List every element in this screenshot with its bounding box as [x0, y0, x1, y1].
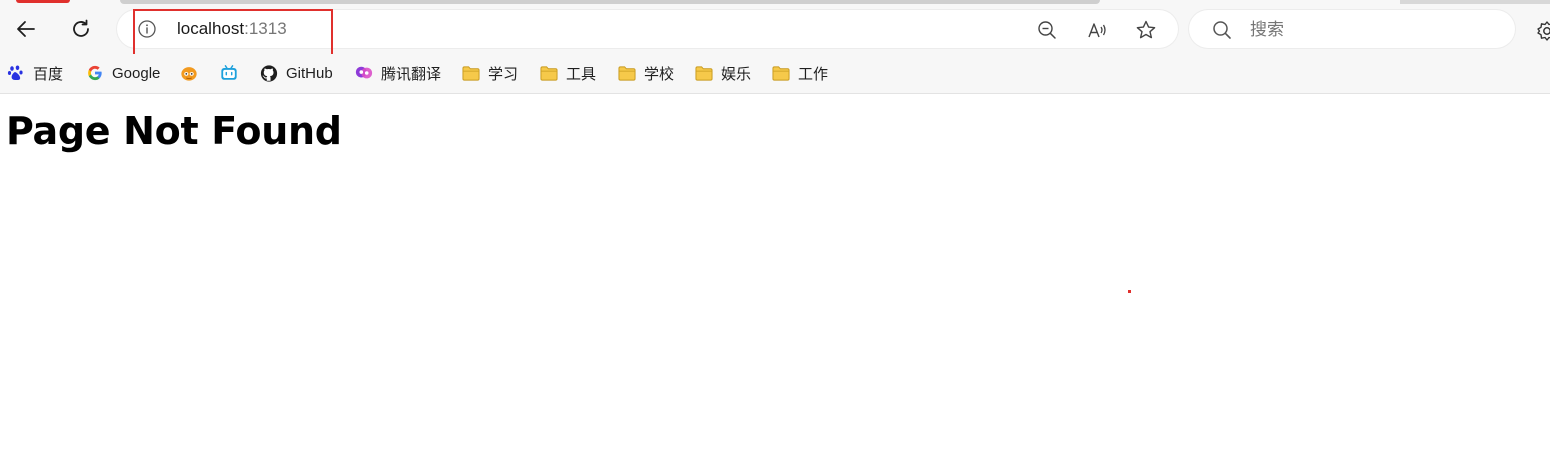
bookmark-baidu[interactable]: 百度	[7, 62, 63, 84]
page-content: Page Not Found	[0, 95, 1550, 458]
github-icon	[260, 64, 278, 82]
google-icon	[86, 64, 104, 82]
browser-window: localhost:1313 搜索 百度 Google GitHub 腾讯翻译 …	[0, 0, 1550, 458]
bookmark-orange-fox[interactable]	[180, 62, 206, 84]
bookmark-folder-school[interactable]: 学校	[618, 62, 674, 84]
bookmark-bilibili[interactable]	[220, 62, 246, 84]
read-aloud-icon	[1088, 23, 1106, 38]
bookmark-folder-tools[interactable]: 工具	[540, 62, 596, 84]
bookmark-label: 学校	[644, 64, 675, 83]
folder-icon	[772, 64, 790, 82]
bookmark-label: 百度	[33, 64, 64, 83]
folder-icon	[462, 64, 480, 82]
folder-icon	[695, 64, 713, 82]
zoom-out-button[interactable]	[1036, 19, 1058, 41]
settings-icon[interactable]	[1536, 20, 1550, 42]
red-dot-artifact	[1128, 290, 1131, 293]
bookmark-folder-study[interactable]: 学习	[462, 62, 518, 84]
zoom-out-icon	[1038, 21, 1056, 39]
bookmarks-bar: 百度 Google GitHub 腾讯翻译 学习 工具 学校 娱乐 工作	[0, 54, 1550, 94]
bookmark-github[interactable]: GitHub	[260, 62, 333, 84]
bookmark-google[interactable]: Google	[86, 62, 160, 84]
active-tab-indicator[interactable]	[16, 0, 70, 3]
bookmark-label: 工作	[798, 64, 829, 83]
folder-icon	[540, 64, 558, 82]
reload-icon	[73, 19, 89, 37]
bookmark-label: 腾讯翻译	[381, 64, 442, 83]
reload-button[interactable]	[64, 12, 98, 46]
bookmark-label: GitHub	[286, 64, 333, 82]
favorite-button[interactable]	[1135, 19, 1157, 41]
arrow-left-icon	[17, 21, 35, 37]
search-box[interactable]	[1189, 10, 1515, 48]
bookmark-tencent-translate[interactable]: 腾讯翻译	[355, 62, 441, 84]
star-icon	[1136, 20, 1156, 39]
baidu-icon	[7, 64, 25, 82]
bookmark-label: 娱乐	[721, 64, 752, 83]
bookmark-folder-entertainment[interactable]: 娱乐	[695, 62, 751, 84]
bookmark-folder-work[interactable]: 工作	[772, 62, 828, 84]
folder-icon	[618, 64, 636, 82]
orange-fox-icon	[180, 64, 198, 82]
read-aloud-button[interactable]	[1086, 19, 1108, 41]
back-button[interactable]	[9, 12, 43, 46]
search-icon	[1213, 21, 1231, 39]
browser-toolbar: localhost:1313	[0, 4, 1550, 56]
search-input[interactable]	[1250, 20, 1490, 40]
bookmark-label: 学习	[488, 64, 519, 83]
tencent-translate-icon	[355, 64, 373, 82]
bookmark-label: Google	[112, 64, 161, 82]
page-heading: Page Not Found	[6, 109, 342, 153]
bookmark-label: 工具	[566, 64, 597, 83]
url-highlight-annotation	[133, 9, 333, 56]
bilibili-icon	[220, 64, 238, 82]
